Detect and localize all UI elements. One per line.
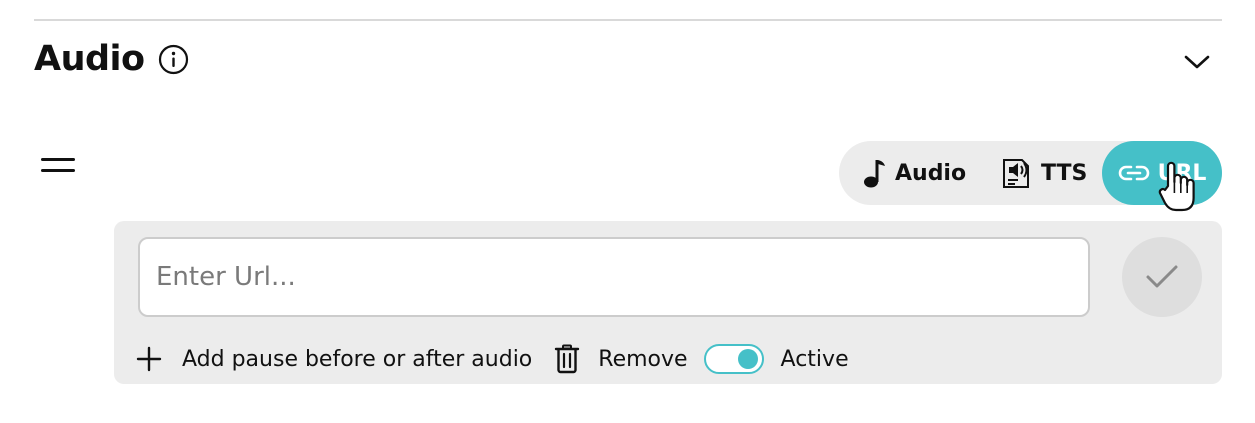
url-input[interactable] (138, 237, 1090, 317)
music-note-icon (863, 157, 887, 189)
collapse-button[interactable] (1181, 46, 1213, 78)
audio-section: Audio Audio TTS URL Enter Url... Add pau… (0, 0, 1255, 423)
tab-audio-label: Audio (895, 160, 967, 186)
source-tabs: Audio TTS URL (839, 141, 1222, 205)
drag-line (41, 169, 75, 172)
tab-audio[interactable]: Audio (863, 141, 966, 205)
link-icon (1118, 164, 1150, 182)
active-label: Active (780, 346, 849, 372)
remove-button[interactable]: Remove (554, 344, 688, 374)
panel-actions: Add pause before or after audio Remove A… (136, 340, 849, 378)
section-divider (34, 19, 1222, 21)
speaker-document-icon (1001, 156, 1033, 190)
confirm-button[interactable] (1122, 237, 1202, 317)
active-toggle[interactable] (703, 344, 764, 374)
drag-line (41, 158, 75, 161)
plus-icon (136, 346, 162, 372)
chevron-down-icon (1184, 55, 1210, 69)
tab-tts-label: TTS (1041, 160, 1088, 186)
info-icon[interactable] (158, 44, 189, 75)
trash-icon (554, 344, 580, 374)
tab-url[interactable]: URL (1102, 141, 1222, 205)
add-pause-label: Add pause before or after audio (182, 346, 533, 372)
section-header: Audio (34, 34, 189, 84)
tab-tts[interactable]: TTS (1001, 141, 1087, 205)
checkmark-icon (1146, 265, 1178, 288)
toggle-knob (737, 349, 758, 369)
add-pause-button[interactable]: Add pause before or after audio (136, 346, 532, 372)
remove-label: Remove (598, 346, 688, 372)
url-source-panel: Add pause before or after audio Remove (114, 221, 1222, 384)
section-title: Audio (34, 39, 145, 79)
tab-url-label: URL (1157, 160, 1207, 186)
drag-handle[interactable] (40, 156, 76, 174)
